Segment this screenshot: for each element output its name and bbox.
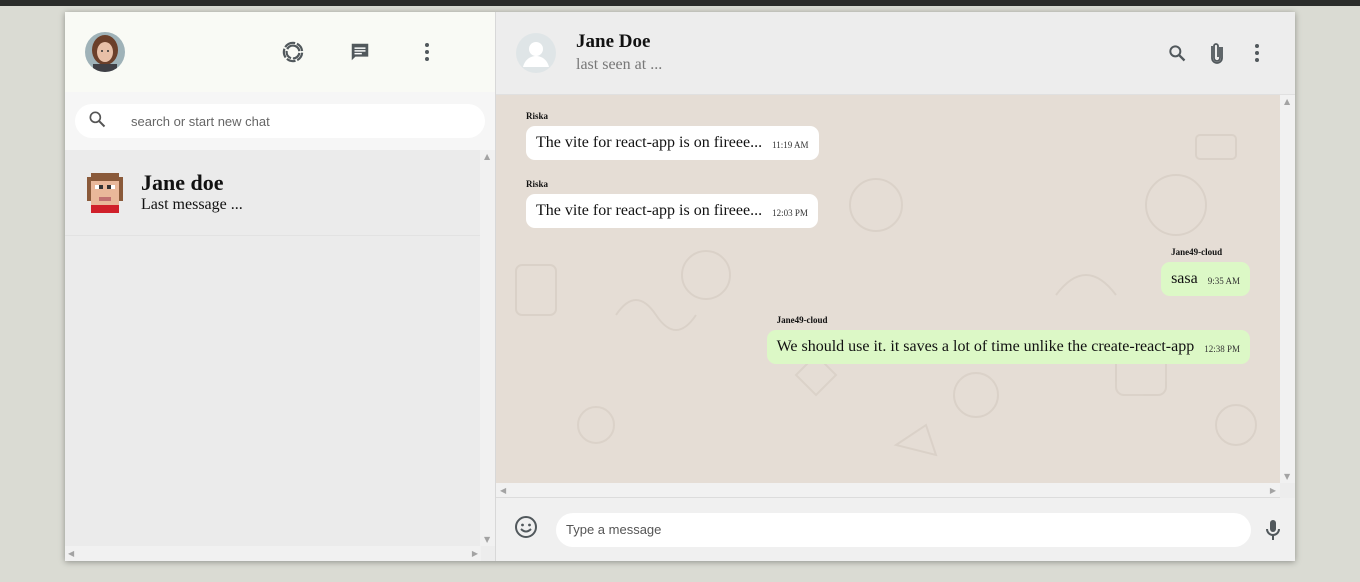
message-bubble: The vite for react-app is on fireee... 1…	[526, 194, 818, 228]
message-text: sasa	[1171, 270, 1198, 287]
new-chat-icon[interactable]	[348, 40, 372, 64]
message-bubble: We should use it. it saves a lot of time…	[766, 330, 1250, 364]
message-sender: Jane49-cloud	[1171, 247, 1223, 257]
message-time: 11:19 AM	[772, 140, 809, 150]
mic-icon[interactable]	[1265, 519, 1281, 546]
attach-icon[interactable]	[1205, 41, 1229, 65]
message-sender: Jane49-cloud	[776, 315, 828, 325]
message-input[interactable]	[556, 512, 1251, 547]
chat-list-horizontal-scrollbar[interactable]: ◀ ▶	[65, 546, 481, 561]
more-vert-icon[interactable]	[1245, 41, 1269, 65]
search-box	[75, 104, 485, 138]
emoji-icon[interactable]	[514, 515, 538, 544]
message-sender: Riska	[526, 111, 549, 121]
message-incoming: Riska The vite for react-app is on firee…	[526, 111, 819, 160]
browser-top-bar	[0, 0, 1360, 6]
chat-panel: Jane Doe last seen at ... Riska The vite…	[496, 12, 1295, 561]
search-icon[interactable]	[1165, 41, 1189, 65]
contact-name: Jane Doe	[576, 31, 651, 52]
message-text: We should use it. it saves a lot of time…	[776, 338, 1195, 355]
status-icon[interactable]	[281, 40, 305, 64]
sidebar-header	[65, 12, 495, 92]
search-input[interactable]	[131, 113, 431, 129]
user-avatar[interactable]	[85, 32, 125, 72]
message-sender: Riska	[526, 179, 549, 189]
chat-last-message: Last message ...	[141, 195, 243, 213]
message-area: Riska The vite for react-app is on firee…	[496, 95, 1280, 483]
search-bar	[65, 92, 495, 150]
more-vert-icon[interactable]	[415, 40, 439, 64]
message-outgoing: Jane49-cloud sasa 9:35 AM	[1161, 247, 1250, 296]
chat-header: Jane Doe last seen at ...	[496, 12, 1295, 95]
message-bubble: sasa 9:35 AM	[1161, 262, 1250, 296]
message-time: 12:38 PM	[1204, 344, 1240, 354]
contact-avatar-placeholder[interactable]	[516, 33, 556, 73]
message-vertical-scrollbar[interactable]: ▲ ▼	[1280, 95, 1295, 483]
message-time: 12:03 PM	[772, 208, 808, 218]
chat-list: Jane doe Last message ...	[65, 150, 481, 546]
app-window: Jane doe Last message ... ▲ ▼ ◀ ▶ Jane D…	[65, 12, 1295, 561]
message-text: The vite for react-app is on fireee...	[536, 134, 763, 151]
message-bubble: The vite for react-app is on fireee... 1…	[526, 126, 819, 160]
contact-avatar	[87, 172, 123, 213]
contact-last-seen: last seen at ...	[576, 56, 663, 73]
message-horizontal-scrollbar[interactable]: ◀ ▶	[496, 483, 1280, 498]
chat-list-item[interactable]: Jane doe Last message ...	[65, 150, 481, 236]
sidebar: Jane doe Last message ... ▲ ▼ ◀ ▶	[65, 12, 496, 561]
search-icon	[87, 109, 107, 134]
message-composer	[496, 498, 1295, 561]
message-text: The vite for react-app is on fireee...	[536, 202, 763, 219]
chat-name: Jane doe	[141, 169, 224, 195]
message-outgoing: Jane49-cloud We should use it. it saves …	[766, 315, 1250, 364]
message-time: 9:35 AM	[1207, 276, 1240, 286]
chat-list-vertical-scrollbar[interactable]: ▲ ▼	[480, 150, 495, 546]
message-incoming: Riska The vite for react-app is on firee…	[526, 179, 818, 228]
